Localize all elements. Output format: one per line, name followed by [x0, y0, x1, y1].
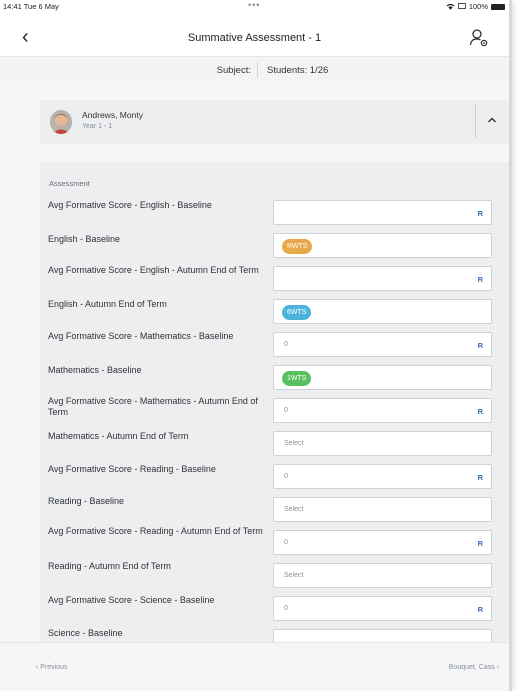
section-title: Assessment [49, 179, 90, 188]
user-settings-icon[interactable] [469, 28, 489, 48]
grade-select[interactable]: Select [273, 497, 492, 522]
row-label: English - Autumn End of Term [48, 299, 167, 309]
student-name: Andrews, Monty [82, 110, 143, 120]
score-field[interactable]: 0 R [273, 530, 492, 555]
students-counter[interactable]: Students: 1/26 [267, 65, 328, 76]
assessment-section: Assessment Avg Formative Score - English… [40, 162, 509, 642]
grade-select[interactable]: Select [273, 431, 492, 456]
select-placeholder: Select [284, 440, 304, 447]
multitasking-dots[interactable]: ••• [248, 0, 260, 10]
wifi-icon [446, 3, 455, 10]
row-label: Avg Formative Score - English - Autumn E… [48, 265, 259, 275]
score-field[interactable]: 0 R [273, 464, 492, 489]
row-label: Avg Formative Score - Reading - Autumn E… [48, 526, 263, 536]
battery-icon [491, 3, 505, 10]
row-label: Avg Formative Score - Mathematics - Base… [48, 331, 234, 341]
page-title: Summative Assessment - 1 [187, 32, 322, 44]
grade-field[interactable]: 6WTS [273, 299, 492, 324]
score-field[interactable]: 0 R [273, 332, 492, 357]
score-field[interactable]: R [273, 266, 492, 291]
field-value: 0 [284, 605, 288, 612]
field-value: 0 [284, 341, 288, 348]
field-value: 0 [284, 473, 288, 480]
row-label: Reading - Baseline [48, 496, 125, 506]
student-header: Andrews, Monty Year 1 - 1 [40, 100, 509, 144]
bottom-navigation: ‹ Previous Bouquet, Cass › [0, 642, 509, 691]
score-field[interactable]: R [273, 200, 492, 225]
next-student-button[interactable]: Bouquet, Cass › [449, 664, 499, 671]
grade-field[interactable]: RWTS [273, 233, 492, 258]
score-field[interactable]: 0 R [273, 398, 492, 423]
recalculate-button[interactable]: R [478, 209, 483, 218]
row-label: Avg Formative Score - Reading - Baseline [48, 464, 216, 474]
grade-field[interactable]: 1WTS [273, 365, 492, 390]
student-year: Year 1 - 1 [82, 123, 113, 130]
subject-divider [257, 62, 258, 78]
recalculate-button[interactable]: R [478, 539, 483, 548]
status-time: 14:41 Tue 6 May [3, 2, 59, 11]
field-value: 0 [284, 539, 288, 546]
recalculate-button[interactable]: R [478, 341, 483, 350]
card-divider [475, 104, 476, 138]
recalculate-button[interactable]: R [478, 407, 483, 416]
battery-percent: 100% [468, 2, 488, 11]
row-label: Reading - Autumn End of Term [48, 561, 171, 571]
recalculate-button[interactable]: R [478, 473, 483, 482]
field-value: 0 [284, 407, 288, 414]
row-label: Mathematics - Baseline [48, 365, 142, 375]
recalculate-button[interactable]: R [478, 275, 483, 284]
row-label: Avg Formative Score - Mathematics - Autu… [48, 396, 258, 417]
subject-selector[interactable]: Subject: [217, 65, 251, 76]
screen-mirror-icon [457, 3, 466, 9]
select-placeholder: Select [284, 506, 304, 513]
row-label: Science - Baseline [48, 628, 123, 638]
score-field[interactable]: 0 R [273, 596, 492, 621]
status-indicators: 100% [446, 2, 505, 11]
row-label: Mathematics - Autumn End of Term [48, 431, 189, 441]
grade-badge: RWTS [282, 239, 313, 254]
recalculate-button[interactable]: R [478, 605, 483, 614]
navigation-bar: ‹ Summative Assessment - 1 [0, 20, 509, 56]
status-bar: 14:41 Tue 6 May ••• 100% [0, 0, 509, 14]
grade-select[interactable] [273, 629, 492, 642]
chevron-up-icon[interactable] [484, 112, 500, 128]
grade-select[interactable]: Select [273, 563, 492, 588]
previous-student-button[interactable]: ‹ Previous [36, 664, 68, 671]
main-content[interactable]: Andrews, Monty Year 1 - 1 Assessment Avg… [0, 82, 509, 642]
grade-badge: 1WTS [282, 371, 312, 386]
row-label: English - Baseline [48, 234, 121, 244]
row-label: Avg Formative Score - English - Baseline [48, 200, 212, 210]
row-label: Avg Formative Score - Science - Baseline [48, 595, 215, 605]
app-window: 14:41 Tue 6 May ••• 100% ‹ Summative Ass… [0, 0, 512, 691]
subject-bar: Subject: Students: 1/26 [0, 56, 509, 83]
select-placeholder: Select [284, 572, 304, 579]
grade-badge: 6WTS [282, 305, 312, 320]
avatar [50, 110, 72, 134]
